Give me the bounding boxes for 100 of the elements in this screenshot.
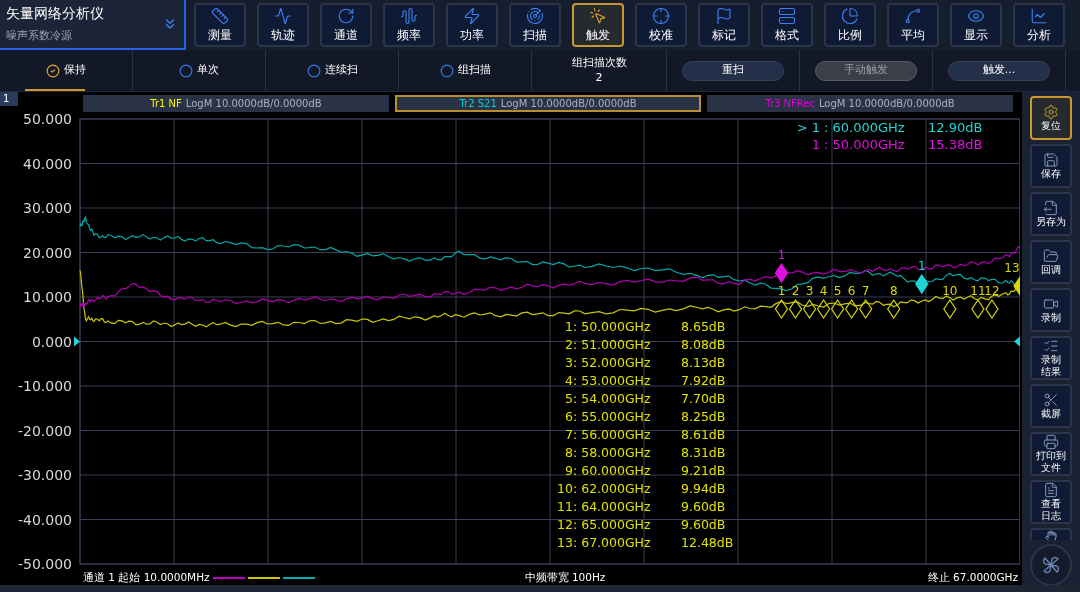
pie-chart-icon [841, 7, 859, 25]
settings-icon [1043, 104, 1059, 120]
marker-label: 7 [861, 284, 870, 298]
marker-table-row-text: 13: 67.000GHz 12.48dB [556, 534, 734, 552]
waveform-icon [274, 7, 292, 25]
menu-button[interactable]: 扫描 [509, 3, 561, 47]
menu-button[interactable]: 比例 [824, 3, 876, 47]
marker-label: 10 [942, 284, 958, 298]
start-frequency: 通道 1 起始 10.0000MHz [83, 569, 210, 585]
list-icon [778, 7, 796, 25]
petal-icon [1041, 555, 1061, 575]
side-button[interactable]: 保存 [1030, 144, 1072, 188]
app-title: 矢量网络分析仪 [6, 4, 105, 22]
side-button[interactable]: 另存为 [1030, 192, 1072, 236]
trace-header[interactable]: Tr2 S21 LogM 10.0000dB/0.0000dB [395, 95, 701, 112]
printer-icon [1043, 434, 1059, 450]
trace-name: Tr2 S21 [459, 97, 497, 111]
side-button[interactable]: 录制结果 [1030, 336, 1072, 380]
menu-button[interactable]: 功率 [446, 3, 498, 47]
round-button[interactable] [1030, 544, 1072, 585]
rotate-icon [337, 7, 355, 25]
if-bandwidth: 中频带宽 100Hz [524, 569, 606, 585]
side-button[interactable]: 查看日志 [1030, 480, 1072, 524]
menu-button[interactable]: 显示 [950, 3, 1002, 47]
marker-table-row-text: 8: 58.000GHz 8.31dB [564, 444, 727, 462]
side-button[interactable]: 复位 [1030, 96, 1072, 140]
axis-tick-label: -30.000 [17, 467, 72, 483]
marker-label: 8 [889, 284, 898, 298]
marker-label: 1 [777, 248, 786, 263]
list-icon [1043, 338, 1059, 354]
marker-readout: 1 : 50.000GHz 15.38dB [810, 136, 983, 153]
menu-button[interactable]: 标记 [698, 3, 750, 47]
radio-option[interactable]: 连续扫 [306, 62, 358, 79]
marker-label: 13 [1004, 260, 1020, 275]
marker-label: 6 [847, 284, 856, 298]
marker-table-row-text: 2: 51.000GHz 8.08dB [564, 336, 727, 354]
reference-marker-icon [1014, 336, 1020, 347]
marker-table-row-text: 10: 62.000GHz 9.94dB [556, 480, 727, 498]
axis-tick-label: -10.000 [17, 378, 72, 394]
axis-tick-label: 20.000 [23, 244, 72, 261]
marker-label: 3 [805, 284, 814, 298]
marker-label: 12 [984, 284, 1000, 298]
axis-tick-label: 10.000 [23, 289, 72, 305]
curve-icon [904, 7, 922, 25]
marker-table-row-text: 9: 60.000GHz 9.21dB [564, 462, 727, 480]
trace-name: Tr3 NFRec [765, 97, 815, 111]
trace-format: LogM 10.0000dB/0.0000dB [818, 97, 955, 111]
lightning-icon [463, 7, 481, 25]
marker-table-row-text: 6: 55.000GHz 8.25dB [564, 408, 727, 426]
ruler-icon [211, 7, 229, 25]
side-button[interactable]: 打印到文件 [1030, 432, 1072, 476]
stop-frequency: 终止 67.0000GHz [927, 569, 1018, 585]
line-chart-icon [1030, 7, 1048, 25]
trace-name: Tr1 NF [150, 97, 182, 111]
menu-button[interactable]: 频率 [383, 3, 435, 47]
video-icon [1043, 296, 1059, 312]
trace-header[interactable]: Tr3 NFRec LogM 10.0000dB/0.0000dB [707, 95, 1013, 112]
partial-button[interactable] [1030, 528, 1072, 540]
trace-header[interactable]: Tr1 NF LogM 10.0000dB/0.0000dB [83, 95, 389, 112]
axis-tick-label: 0.000 [31, 333, 72, 350]
scissors-icon [1043, 392, 1059, 408]
radio-option[interactable]: 保持 [46, 62, 86, 79]
trace-format: LogM 10.0000dB/0.0000dB [500, 97, 637, 111]
crosshair-icon [652, 7, 670, 25]
hand-icon [1045, 530, 1057, 540]
side-button[interactable]: 截屏 [1030, 384, 1072, 428]
radio-option[interactable]: 组扫描 [439, 62, 491, 79]
pointer-icon [589, 7, 607, 25]
axis-tick-label: 30.000 [23, 200, 72, 216]
menu-button[interactable]: 轨迹 [257, 3, 309, 47]
file-export-icon [1043, 200, 1059, 216]
save-icon [1043, 152, 1059, 168]
action-button[interactable]: 重扫 [682, 60, 784, 81]
document-icon [1043, 482, 1059, 498]
count-value: 2 [595, 69, 603, 86]
trace-format: LogM 10.0000dB/0.0000dB [185, 97, 322, 111]
radio-option[interactable]: 单次 [179, 62, 219, 79]
marker-label: 4 [819, 284, 828, 298]
axis-tick-label: -20.000 [17, 422, 72, 439]
count-label: 组扫描次数 [571, 55, 627, 70]
marker-table-row-text: 12: 65.000GHz 9.60dB [556, 516, 727, 534]
action-button[interactable]: 触发... [948, 60, 1050, 81]
side-button[interactable]: 录制 [1030, 288, 1072, 332]
selection-underline [25, 89, 85, 91]
menu-button[interactable]: 分析 [1013, 3, 1065, 47]
menu-button[interactable]: 触发 [572, 3, 624, 47]
side-button[interactable]: 回调 [1030, 240, 1072, 284]
marker-table-row-text: 7: 56.000GHz 8.61dB [564, 426, 727, 444]
marker-table-row-text: 5: 54.000GHz 7.70dB [564, 390, 727, 408]
axis-tick-label: 50.000 [23, 113, 72, 127]
menu-button[interactable]: 测量 [194, 3, 246, 47]
marker-table-row-text: 11: 64.000GHz 9.60dB [556, 498, 727, 516]
menu-button[interactable]: 格式 [761, 3, 813, 47]
menu-button[interactable]: 平均 [887, 3, 939, 47]
menu-button[interactable]: 校准 [635, 3, 687, 47]
menu-button[interactable]: 通道 [320, 3, 372, 47]
axis-tick-label: -50.000 [17, 556, 72, 570]
marker-label: 2 [791, 284, 800, 298]
mode-subtitle: 噪声系数冷源 [6, 28, 73, 44]
marker-table-row-text: 1: 50.000GHz 8.65dB [564, 318, 727, 336]
